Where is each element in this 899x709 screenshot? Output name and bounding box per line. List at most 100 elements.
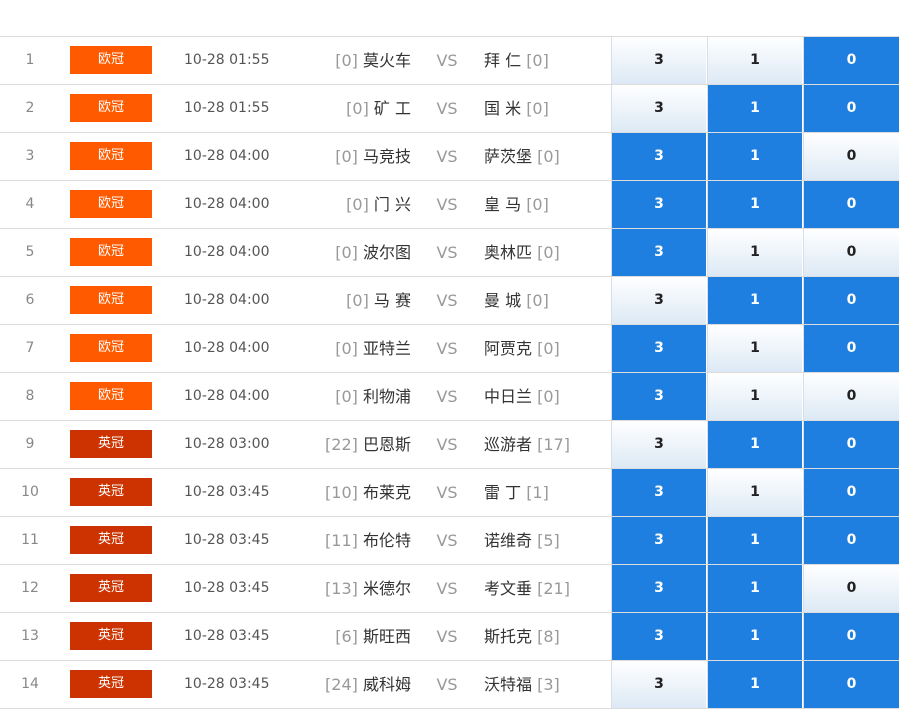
option-3-button[interactable]: 3 [611, 517, 706, 564]
match-time: 10-28 03:45 [184, 580, 270, 596]
option-0-button[interactable]: 0 [803, 469, 899, 516]
option-0-button[interactable]: 0 [803, 613, 899, 660]
home-team-rank: [0] [335, 387, 358, 406]
away-team-name: 萨茨堡 [484, 147, 533, 166]
home-team-rank: [10] [325, 483, 358, 502]
option-3-button[interactable]: 3 [611, 229, 706, 276]
option-1-button[interactable]: 1 [707, 373, 802, 420]
option-1-button[interactable]: 1 [707, 325, 802, 372]
option-0-button[interactable]: 0 [803, 661, 899, 708]
match-time: 10-28 03:45 [184, 676, 270, 692]
home-team-rank: [24] [325, 675, 358, 694]
option-3-button[interactable]: 3 [611, 181, 706, 228]
away-team-name: 奥林匹 [484, 243, 533, 262]
away-team: 考文垂 [21] [484, 565, 610, 612]
option-3-button[interactable]: 3 [611, 37, 706, 84]
away-team: 国 米 [0] [484, 85, 610, 132]
away-team-rank: [0] [537, 339, 560, 358]
home-team: [0] 利物浦 [300, 373, 411, 420]
home-team-rank: [0] [335, 243, 358, 262]
away-team: 拜 仁 [0] [484, 37, 610, 84]
match-number: 4 [25, 196, 35, 212]
home-team-name: 利物浦 [362, 387, 411, 406]
vs-label: VS [436, 51, 458, 70]
option-3-button[interactable]: 3 [611, 565, 706, 612]
home-team-rank: [0] [335, 339, 358, 358]
option-3-button[interactable]: 3 [611, 613, 706, 660]
option-3-button[interactable]: 3 [611, 373, 706, 420]
home-team: [0] 亚特兰 [300, 325, 411, 372]
option-3-button[interactable]: 3 [611, 85, 706, 132]
match-row: 7 欧冠 10-28 04:00 [0] 亚特兰 VS 阿贾克 [0] 3 1 … [0, 325, 899, 373]
option-1-button[interactable]: 1 [707, 517, 802, 564]
league-badge: 英冠 [70, 670, 152, 698]
match-time: 10-28 04:00 [184, 340, 270, 356]
option-1-button[interactable]: 1 [707, 229, 802, 276]
home-team-name: 矿 工 [373, 99, 411, 118]
away-team: 萨茨堡 [0] [484, 133, 610, 180]
home-team-name: 斯旺西 [362, 627, 411, 646]
vs-label: VS [436, 483, 458, 502]
match-number: 10 [21, 484, 39, 500]
option-0-button[interactable]: 0 [803, 133, 899, 180]
league-badge: 欧冠 [70, 142, 152, 170]
match-number: 12 [21, 580, 39, 596]
option-1-button[interactable]: 1 [707, 613, 802, 660]
home-team-name: 莫火车 [362, 51, 411, 70]
vs-label: VS [436, 243, 458, 262]
option-0-button[interactable]: 0 [803, 565, 899, 612]
option-0-button[interactable]: 0 [803, 85, 899, 132]
match-number: 7 [25, 340, 35, 356]
option-3-button[interactable]: 3 [611, 277, 706, 324]
vs-label: VS [436, 291, 458, 310]
home-team-rank: [0] [346, 99, 369, 118]
home-team: [24] 威科姆 [300, 661, 411, 708]
option-1-button[interactable]: 1 [707, 181, 802, 228]
option-0-button[interactable]: 0 [803, 421, 899, 468]
away-team-rank: [0] [537, 147, 560, 166]
option-1-button[interactable]: 1 [707, 661, 802, 708]
option-0-button[interactable]: 0 [803, 37, 899, 84]
match-time: 10-28 04:00 [184, 292, 270, 308]
league-badge: 英冠 [70, 622, 152, 650]
option-1-button[interactable]: 1 [707, 85, 802, 132]
option-1-button[interactable]: 1 [707, 565, 802, 612]
home-team-rank: [0] [346, 195, 369, 214]
home-team-name: 布伦特 [362, 531, 411, 550]
away-team-rank: [21] [537, 579, 570, 598]
option-0-button[interactable]: 0 [803, 373, 899, 420]
option-1-button[interactable]: 1 [707, 133, 802, 180]
match-time: 10-28 04:00 [184, 244, 270, 260]
away-team: 斯托克 [8] [484, 613, 610, 660]
match-row: 12 英冠 10-28 03:45 [13] 米德尔 VS 考文垂 [21] 3… [0, 565, 899, 613]
option-3-button[interactable]: 3 [611, 325, 706, 372]
away-team-rank: [0] [537, 243, 560, 262]
vs-label: VS [436, 387, 458, 406]
vs-label: VS [436, 99, 458, 118]
option-1-button[interactable]: 1 [707, 37, 802, 84]
option-3-button[interactable]: 3 [611, 661, 706, 708]
option-0-button[interactable]: 0 [803, 517, 899, 564]
away-team: 奥林匹 [0] [484, 229, 610, 276]
away-team: 中日兰 [0] [484, 373, 610, 420]
option-3-button[interactable]: 3 [611, 133, 706, 180]
option-1-button[interactable]: 1 [707, 277, 802, 324]
away-team-rank: [1] [526, 483, 549, 502]
league-badge: 英冠 [70, 478, 152, 506]
option-3-button[interactable]: 3 [611, 421, 706, 468]
option-1-button[interactable]: 1 [707, 469, 802, 516]
option-0-button[interactable]: 0 [803, 325, 899, 372]
match-number: 9 [25, 436, 35, 452]
option-0-button[interactable]: 0 [803, 277, 899, 324]
match-row: 10 英冠 10-28 03:45 [10] 布莱克 VS 雷 丁 [1] 3 … [0, 469, 899, 517]
away-team-rank: [0] [526, 99, 549, 118]
away-team-name: 拜 仁 [484, 51, 522, 70]
league-badge: 欧冠 [70, 238, 152, 266]
option-0-button[interactable]: 0 [803, 181, 899, 228]
option-1-button[interactable]: 1 [707, 421, 802, 468]
away-team-name: 雷 丁 [484, 483, 522, 502]
match-row: 1 欧冠 10-28 01:55 [0] 莫火车 VS 拜 仁 [0] 3 1 … [0, 37, 899, 85]
option-3-button[interactable]: 3 [611, 469, 706, 516]
option-0-button[interactable]: 0 [803, 229, 899, 276]
match-row: 2 欧冠 10-28 01:55 [0] 矿 工 VS 国 米 [0] 3 1 … [0, 85, 899, 133]
